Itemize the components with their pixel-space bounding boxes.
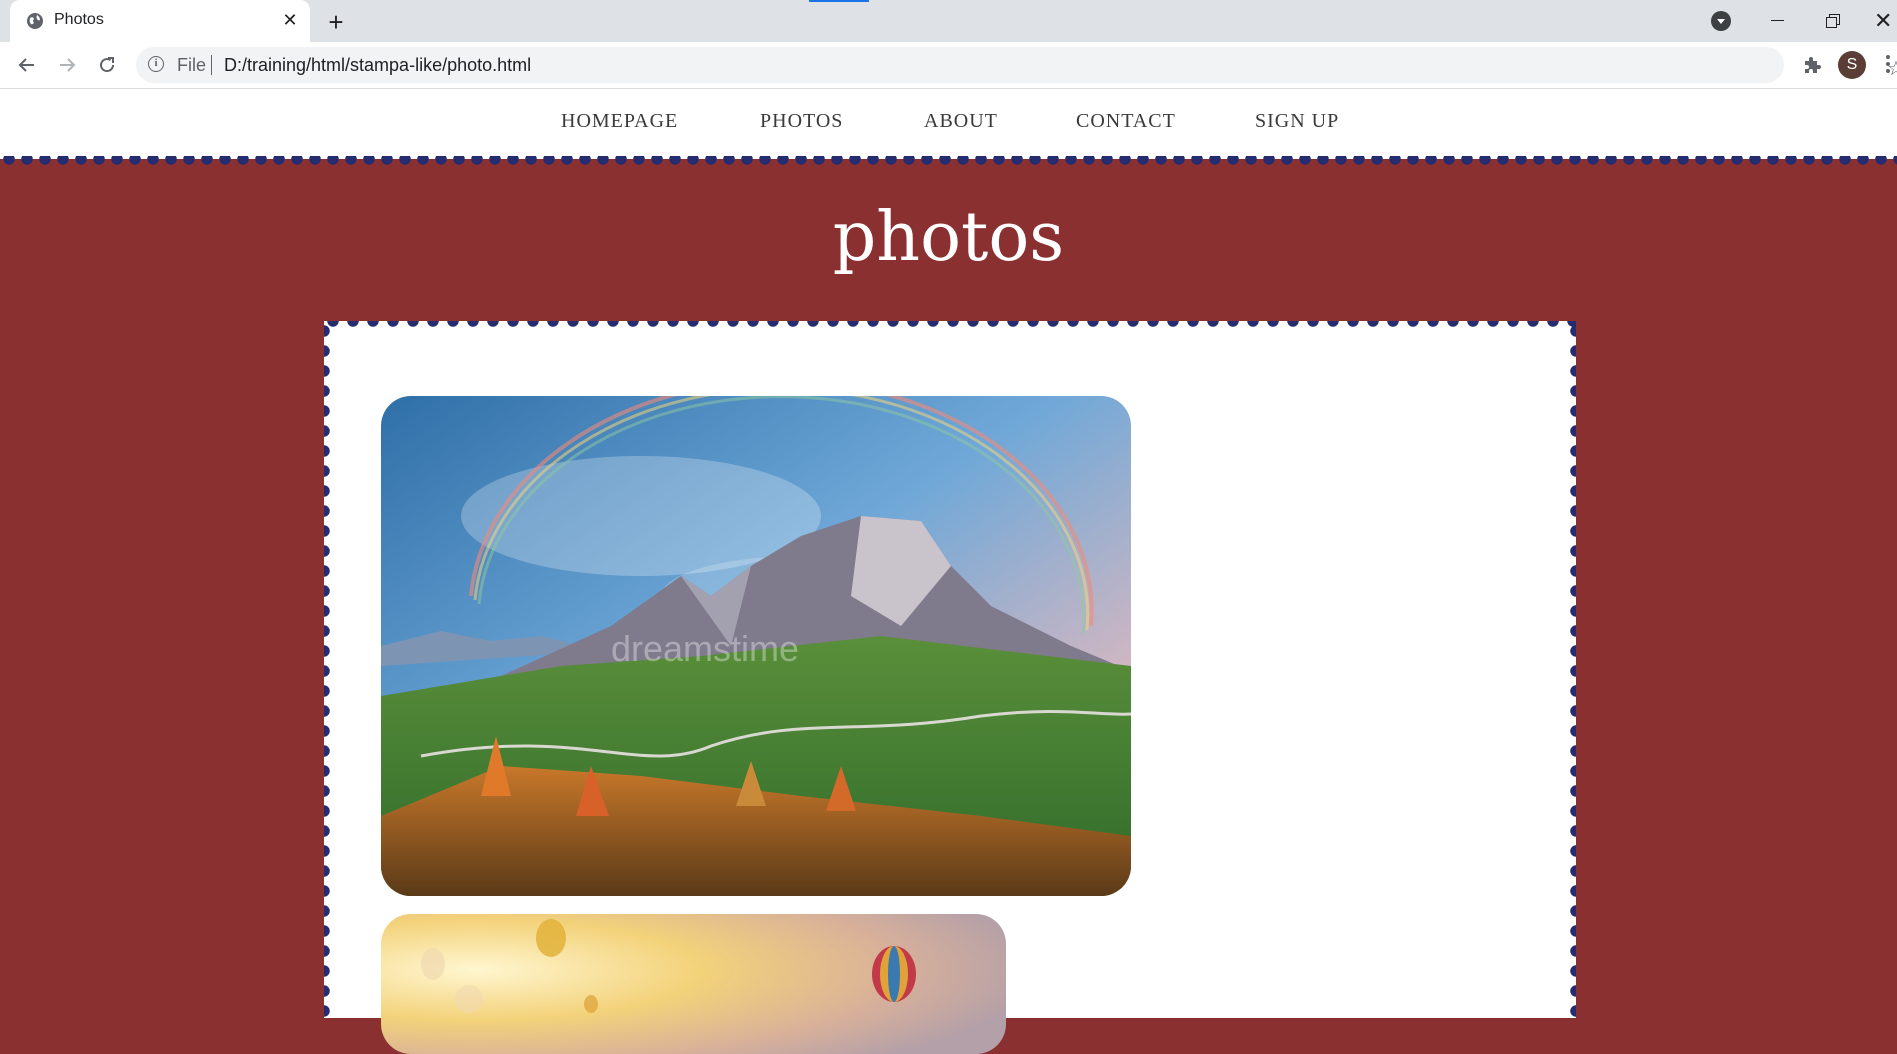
photo-stamp-card: dreamstime (324, 321, 1576, 1054)
close-tab-icon[interactable]: ✕ (280, 10, 300, 30)
back-button[interactable] (12, 50, 42, 80)
tab-title: Photos (54, 11, 104, 28)
url-scheme: File (177, 55, 207, 75)
card-scalloped-top (324, 321, 1576, 329)
card-scalloped-right (1568, 321, 1576, 1018)
reload-icon (100, 57, 115, 73)
new-tab-button[interactable]: + (322, 8, 350, 36)
nav-homepage[interactable]: HOMEPAGE (561, 110, 678, 133)
globe-icon (27, 13, 43, 29)
page-title: photos (832, 198, 1065, 277)
svg-text:dreamstime: dreamstime (611, 628, 799, 669)
card-scalloped-left (324, 321, 332, 1018)
tab-bar: Photos ✕ + ✕ (0, 0, 1897, 42)
forward-icon (60, 58, 76, 72)
back-icon (18, 58, 34, 72)
url-text[interactable]: D:/training/html/stampa-like/photo.html (224, 55, 531, 76)
nav-photos[interactable]: PHOTOS (760, 110, 843, 133)
address-bar[interactable]: i File D:/training/html/stampa-like/phot… (136, 47, 1897, 83)
nav-sign-up[interactable]: SIGN UP (1255, 110, 1339, 133)
url-divider (211, 55, 212, 75)
profile-avatar[interactable]: S (1838, 51, 1866, 79)
nav-about[interactable]: ABOUT (924, 110, 998, 133)
menu-icon[interactable] (1886, 52, 1892, 78)
info-icon[interactable]: i (148, 56, 164, 72)
browser-toolbar: i File D:/training/html/stampa-like/phot… (0, 42, 1897, 89)
loading-indicator (809, 0, 869, 2)
minimize-button[interactable] (1762, 6, 1792, 36)
nav-contact[interactable]: CONTACT (1076, 110, 1176, 133)
restore-button[interactable] (1818, 6, 1848, 36)
forward-button[interactable] (52, 50, 82, 80)
site-nav: HOMEPAGE PHOTOS ABOUT CONTACT SIGN UP (0, 89, 1897, 159)
tab-search-icon[interactable] (1711, 11, 1731, 31)
extensions-icon[interactable] (1801, 54, 1823, 76)
reload-button[interactable] (92, 50, 122, 80)
nav-scalloped-border (0, 156, 1897, 168)
browser-tab[interactable]: Photos ✕ (10, 0, 310, 42)
close-window-button[interactable]: ✕ (1874, 6, 1897, 36)
hot-air-balloons-photo (381, 914, 1006, 1054)
mountain-rainbow-photo: dreamstime (381, 396, 1131, 896)
